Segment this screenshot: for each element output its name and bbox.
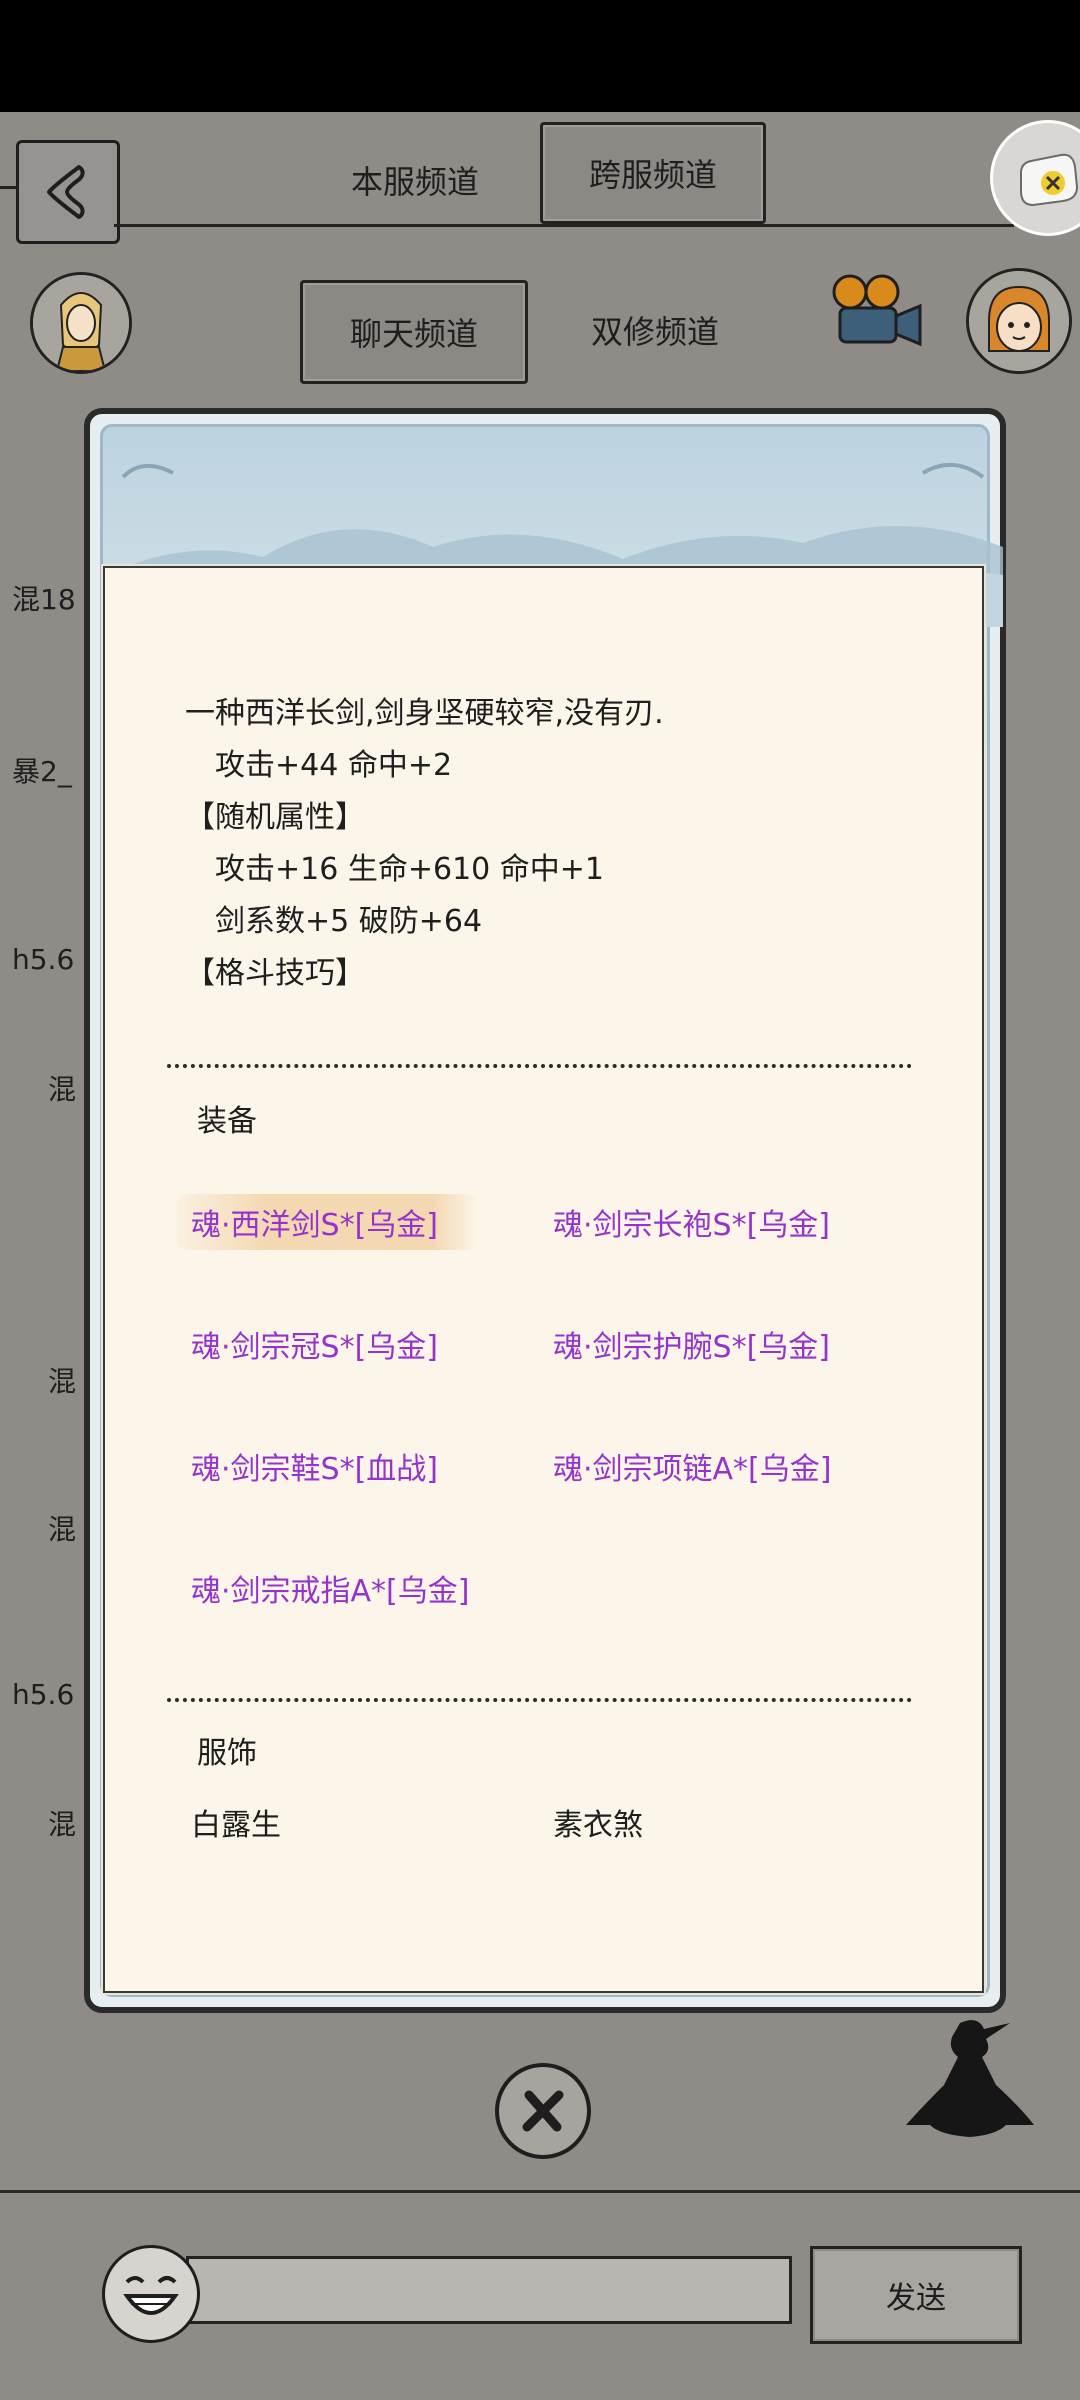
- costume-item[interactable]: 白露生: [191, 1800, 281, 1844]
- header-rule: [114, 224, 1014, 227]
- floating-game-assistant-button[interactable]: [990, 120, 1080, 236]
- status-bar: [0, 0, 1080, 112]
- section-divider: [167, 1698, 912, 1702]
- tab-cross-server[interactable]: 跨服频道: [540, 122, 766, 224]
- item-detail-panel: 一种西洋长剑,剑身坚硬较窄,没有刃. 攻击+44 命中+2 【随机属性】 攻击+…: [103, 566, 984, 1993]
- equipment-item[interactable]: 魂·剑宗冠S*[乌金]: [191, 1322, 438, 1366]
- item-description: 一种西洋长剑,剑身坚硬较窄,没有刃.: [185, 696, 664, 731]
- item-base-stats: 攻击+44 命中+2: [215, 748, 453, 783]
- equipment-item[interactable]: 魂·剑宗鞋S*[血战]: [191, 1444, 438, 1488]
- random-attributes-line: 剑系数+5 破防+64: [215, 904, 483, 939]
- video-camera-button[interactable]: [828, 272, 928, 352]
- back-arrow-icon: [47, 165, 85, 219]
- equipment-item[interactable]: 魂·剑宗项链A*[乌金]: [553, 1444, 831, 1488]
- game-controller-icon: [1020, 153, 1079, 207]
- back-button[interactable]: [16, 140, 120, 244]
- laughing-face-icon: [123, 2276, 179, 2315]
- tab-dual-cultivation[interactable]: 双修频道: [560, 290, 750, 370]
- chat-snippet: 混: [48, 1513, 77, 1546]
- player-avatar-right[interactable]: [966, 268, 1072, 374]
- equipment-item[interactable]: 魂·剑宗护腕S*[乌金]: [553, 1322, 830, 1366]
- equipment-item[interactable]: 魂·剑宗戒指A*[乌金]: [191, 1566, 469, 1610]
- character-portrait-icon: [33, 275, 129, 371]
- random-attributes-title: 【随机属性】: [185, 800, 365, 835]
- chat-snippet: 混: [48, 1808, 77, 1841]
- send-button[interactable]: 发送: [810, 2246, 1022, 2344]
- chat-snippet: h5.6: [12, 1678, 75, 1711]
- emoji-button[interactable]: [102, 2245, 200, 2343]
- costume-section-title: 服饰: [197, 1736, 257, 1771]
- meditating-figure-icon: [906, 2020, 1034, 2137]
- girl-portrait-icon: [969, 271, 1069, 371]
- chat-message-input[interactable]: [186, 2256, 792, 2324]
- section-divider: [167, 1064, 912, 1068]
- header-rule-left: [0, 186, 18, 189]
- chat-snippet: 混: [48, 1073, 77, 1106]
- chat-snippet: 暴2_: [12, 755, 72, 788]
- tab-chat-channel[interactable]: 聊天频道: [300, 280, 528, 384]
- chat-snippet: h5.6: [12, 943, 75, 976]
- equipment-item[interactable]: 魂·西洋剑S*[乌金]: [177, 1194, 478, 1250]
- chat-snippet: 混: [48, 1365, 77, 1398]
- equipment-item[interactable]: 魂·剑宗长袍S*[乌金]: [553, 1200, 830, 1244]
- random-attributes-line: 攻击+16 生命+610 命中+1: [215, 852, 605, 887]
- movie-camera-icon: [832, 274, 922, 347]
- costume-item[interactable]: 素衣煞: [553, 1800, 643, 1844]
- item-description-block: 一种西洋长剑,剑身坚硬较窄,没有刃. 攻击+44 命中+2 【随机属性】 攻击+…: [185, 688, 664, 1000]
- bottom-divider: [0, 2190, 1080, 2193]
- tab-local-server[interactable]: 本服频道: [320, 140, 510, 220]
- player-avatar-left[interactable]: [30, 272, 132, 374]
- equipment-section-title: 装备: [197, 1104, 257, 1139]
- chat-snippet: 混18: [12, 583, 76, 616]
- close-x-icon: [522, 2090, 564, 2132]
- close-button[interactable]: [495, 2063, 591, 2159]
- combat-skill-title: 【格斗技巧】: [185, 956, 365, 991]
